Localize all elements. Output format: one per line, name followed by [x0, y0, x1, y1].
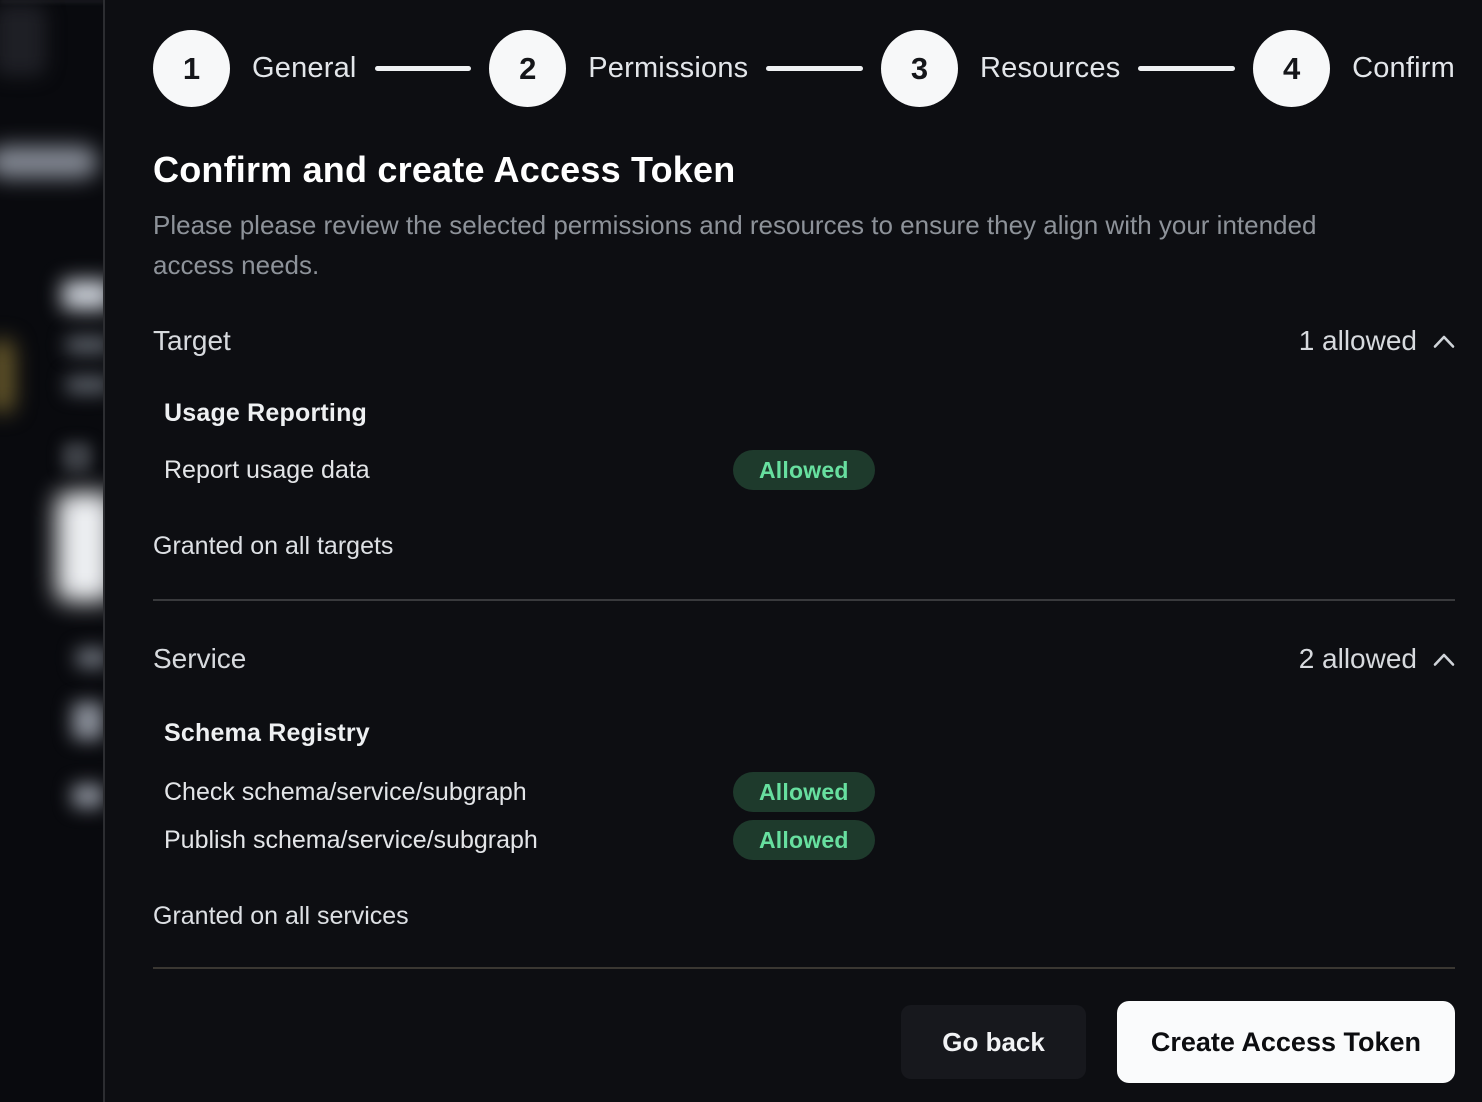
create-access-token-button[interactable]: Create Access Token [1117, 1001, 1455, 1083]
create-access-token-modal: 1 General 2 Permissions 3 Resources 4 Co… [105, 0, 1482, 1102]
step-label: Confirm [1352, 52, 1455, 85]
step-number-badge: 4 [1253, 30, 1330, 107]
blurred-icon [62, 442, 92, 472]
blurred-text-line [66, 336, 105, 354]
section-name: Service [153, 643, 246, 675]
blurred-nav-item [0, 146, 98, 178]
background-sidebar [0, 0, 105, 1102]
step-label: General [252, 52, 357, 85]
section-divider [153, 967, 1455, 969]
blurred-logo [0, 4, 46, 76]
section-divider [153, 599, 1455, 601]
permission-group-usage-reporting: Usage Reporting Report usage data Allowe… [164, 399, 1455, 490]
stepper-step-general[interactable]: 1 General [153, 30, 357, 107]
page-title: Confirm and create Access Token [153, 149, 1455, 191]
granted-note: Granted on all targets [153, 532, 1455, 561]
permission-label: Publish schema/service/subgraph [164, 826, 733, 855]
blurred-heading [62, 280, 105, 310]
permission-row: Publish schema/service/subgraph Allowed [164, 820, 1455, 860]
modal-footer: Go back Create Access Token [153, 1001, 1455, 1083]
section-count-toggle[interactable]: 2 allowed [1299, 643, 1455, 675]
section-count: 2 allowed [1299, 643, 1417, 675]
blurred-text-line [76, 648, 105, 668]
status-badge: Allowed [733, 450, 875, 490]
step-number-badge: 2 [489, 30, 566, 107]
group-title: Schema Registry [164, 719, 1455, 748]
step-connector [766, 66, 863, 71]
status-badge: Allowed [733, 772, 875, 812]
stepper-step-permissions[interactable]: 2 Permissions [489, 30, 748, 107]
stepper-step-resources[interactable]: 3 Resources [881, 30, 1120, 107]
go-back-button[interactable]: Go back [901, 1005, 1086, 1079]
blurred-text-line [72, 784, 104, 808]
permission-group-schema-registry: Schema Registry Check schema/service/sub… [164, 719, 1455, 860]
wizard-stepper: 1 General 2 Permissions 3 Resources 4 Co… [153, 30, 1455, 107]
chevron-up-icon [1433, 652, 1455, 667]
blurred-card [56, 492, 105, 602]
permission-row: Report usage data Allowed [164, 450, 1455, 490]
step-label: Resources [980, 52, 1120, 85]
screen: 1 General 2 Permissions 3 Resources 4 Co… [0, 0, 1482, 1102]
permission-row: Check schema/service/subgraph Allowed [164, 772, 1455, 812]
group-title: Usage Reporting [164, 399, 1455, 428]
blurred-accent [0, 340, 14, 412]
granted-note: Granted on all services [153, 902, 1455, 931]
blurred-text-line [66, 376, 105, 394]
page-description: Please please review the selected permis… [153, 205, 1378, 285]
section-count-toggle[interactable]: 1 allowed [1299, 325, 1455, 357]
step-number-badge: 3 [881, 30, 958, 107]
status-badge: Allowed [733, 820, 875, 860]
step-label: Permissions [588, 52, 748, 85]
permission-label: Report usage data [164, 456, 733, 485]
chevron-up-icon [1433, 334, 1455, 349]
step-connector [375, 66, 472, 71]
step-connector [1138, 66, 1235, 71]
step-number-badge: 1 [153, 30, 230, 107]
blurred-text-line [72, 702, 104, 740]
permission-label: Check schema/service/subgraph [164, 778, 733, 807]
stepper-step-confirm[interactable]: 4 Confirm [1253, 30, 1455, 107]
section-header-target: Target 1 allowed [153, 325, 1455, 357]
section-header-service: Service 2 allowed [153, 643, 1455, 675]
blurred-divider [0, 0, 105, 2]
section-count: 1 allowed [1299, 325, 1417, 357]
section-name: Target [153, 325, 231, 357]
